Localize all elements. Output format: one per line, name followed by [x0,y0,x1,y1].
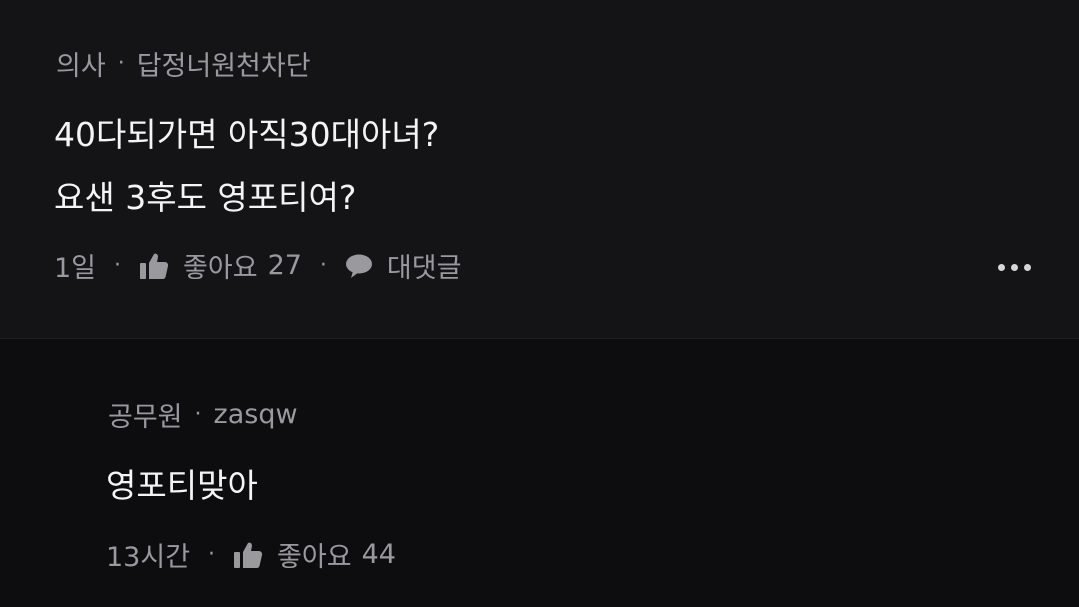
reply-button[interactable]: 대댓글 [345,246,462,285]
more-dot [1011,264,1018,271]
reply-comment-item: 공무원 · zasqw 영포티맞아 13시간 · 좋아요 44 [0,339,1079,607]
comment-time: 1일 [54,253,97,284]
reply-label: 대댓글 [386,253,462,284]
more-dot [1024,264,1031,271]
like-label: 좋아요 [277,542,352,573]
author-role: 공무원 [108,402,183,433]
author-name[interactable]: zasqw [214,399,298,430]
like-button[interactable]: 좋아요 27 [139,246,302,285]
comment-body-line: 요샌 3후도 영포티여? [54,178,357,217]
comment-actions: 13시간 · 좋아요 44 [106,535,396,574]
more-dot [998,264,1005,271]
meta-separator: · [208,542,216,567]
like-button[interactable]: 좋아요 44 [233,535,396,574]
like-count: 27 [267,250,302,281]
meta-separator: · [114,253,122,278]
like-label: 좋아요 [183,253,258,284]
meta-separator: · [319,253,327,278]
like-count: 44 [361,539,396,570]
meta-separator: · [194,402,202,427]
comment-actions: 1일 · 좋아요 27 · 대댓글 [54,246,461,285]
comment-author: 공무원 · zasqw [108,395,298,434]
thumbs-up-icon [139,252,169,280]
author-role: 의사 [56,51,106,82]
comment-body-line: 40다되가면 아직30대아녀? [54,115,440,154]
comment-time: 13시간 [106,542,191,573]
speech-bubble-icon [345,253,373,279]
comment-item: 의사 · 답정너원천차단 40다되가면 아직30대아녀? 요샌 3후도 영포티여… [0,0,1079,338]
thumbs-up-icon [233,541,263,569]
author-name[interactable]: 답정너원천차단 [137,44,311,83]
comment-body-line: 영포티맞아 [106,466,258,505]
more-options-icon[interactable] [998,264,1031,271]
comment-author: 의사 · 답정너원천차단 [56,44,311,83]
meta-separator: · [117,51,125,76]
